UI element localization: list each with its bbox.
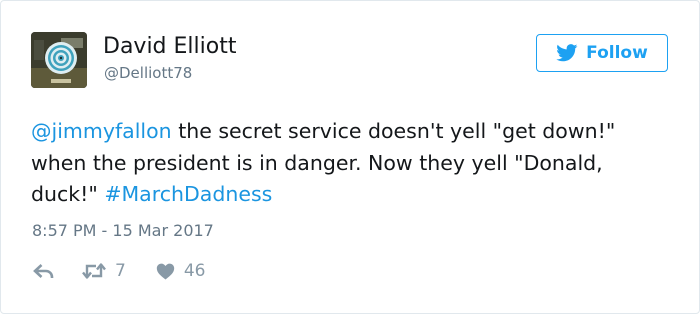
tweet-card: David Elliott @Delliott78 Follow @jimmyf… — [0, 0, 700, 314]
retweet-icon — [82, 263, 106, 279]
author-name[interactable]: David Elliott — [103, 34, 236, 60]
tweet-timestamp[interactable]: 8:57 PM - 15 Mar 2017 — [32, 221, 214, 241]
author-handle[interactable]: @Delliott78 — [104, 64, 192, 82]
avatar[interactable] — [31, 32, 87, 88]
retweet-button[interactable]: 7 — [82, 261, 126, 281]
hashtag-link[interactable]: #MarchDadness — [104, 182, 272, 206]
retweet-count: 7 — [115, 261, 126, 281]
reply-button[interactable] — [33, 263, 54, 279]
tweet-text: @jimmyfallon the secret service doesn't … — [31, 116, 671, 211]
follow-button-label: Follow — [586, 43, 648, 63]
heart-icon — [156, 263, 175, 280]
follow-button[interactable]: Follow — [536, 34, 668, 72]
mention-link[interactable]: @jimmyfallon — [31, 119, 172, 143]
like-button[interactable]: 46 — [156, 261, 206, 281]
reply-arrow-icon — [33, 264, 54, 278]
tweet-actions: 7 46 — [33, 259, 205, 283]
twitter-bird-icon — [556, 44, 578, 62]
spiral-disc-avatar-icon — [31, 32, 87, 88]
like-count: 46 — [183, 261, 206, 281]
